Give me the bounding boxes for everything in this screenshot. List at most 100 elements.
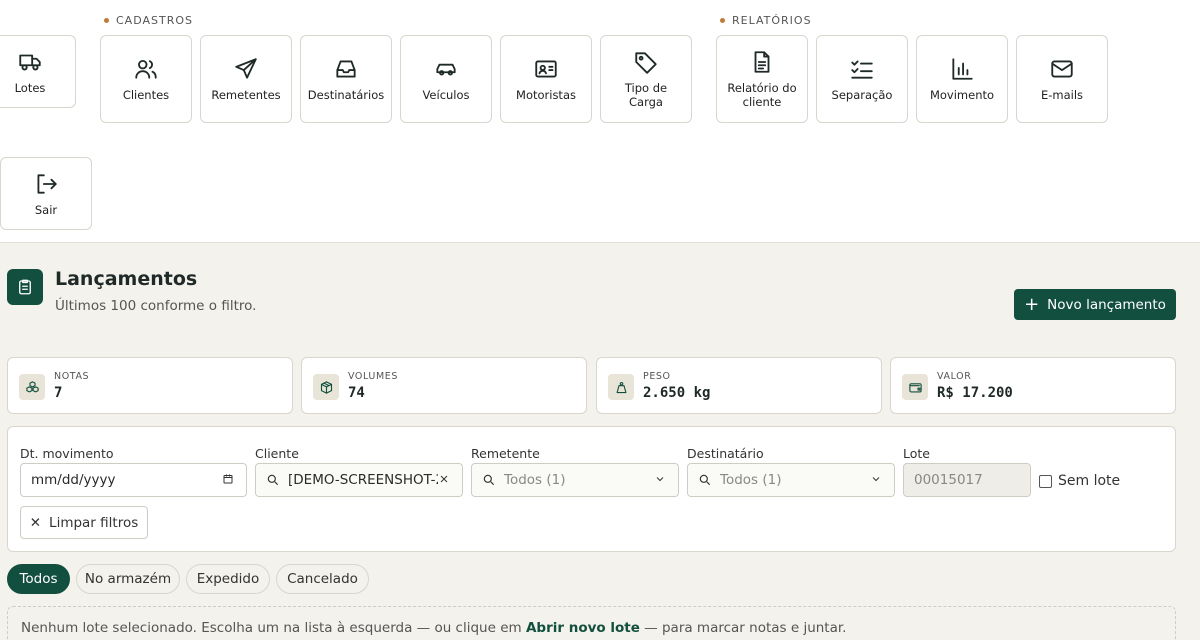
nav-tile-destinatarios[interactable]: Destinatários — [300, 35, 392, 123]
clear-filters-label: Limpar filtros — [49, 514, 139, 531]
date-input-value: mm/dd/yyyy — [31, 472, 116, 488]
tile-label: Motoristas — [516, 88, 576, 102]
stat-value: 2.650 kg — [643, 385, 711, 401]
tile-label: Destinatários — [307, 88, 385, 102]
tile-label: Movimento — [929, 88, 995, 102]
nav-tile-tipo-de-carga[interactable]: Tipo de Carga — [600, 35, 692, 123]
stat-card-notas: Notas 7 — [7, 357, 293, 414]
users-icon — [133, 56, 159, 82]
clear-x-icon[interactable] — [438, 473, 452, 487]
notice-text-after: — para marcar notas e juntar. — [639, 620, 847, 636]
date-input[interactable]: mm/dd/yyyy — [20, 463, 247, 497]
weight-icon — [608, 374, 634, 400]
tab-no-armazem[interactable]: No armazém — [76, 564, 180, 594]
stat-label: Volumes — [348, 371, 399, 382]
search-icon — [698, 473, 712, 487]
file-text-icon — [749, 49, 775, 75]
recipient-select[interactable]: Todos (1) — [687, 463, 895, 497]
batch-input[interactable]: 00015017 — [903, 463, 1031, 497]
boxes-icon — [19, 374, 45, 400]
tile-label-line1: Tipo de — [624, 81, 668, 95]
batch-input-placeholder: 00015017 — [914, 472, 983, 488]
nav-tile-motoristas[interactable]: Motoristas — [500, 35, 592, 123]
section-dot — [104, 18, 109, 23]
page-title: Lançamentos — [55, 268, 198, 290]
tile-label: E-mails — [1040, 88, 1084, 102]
stat-value: R$ 17.200 — [937, 385, 1013, 401]
send-icon — [233, 56, 259, 82]
open-new-batch-link[interactable]: Abrir novo lote — [526, 620, 640, 636]
sender-select[interactable]: Todos (1) — [471, 463, 679, 497]
clear-filters-button[interactable]: ✕ Limpar filtros — [20, 506, 148, 539]
sender-filter-label: Remetente — [471, 446, 540, 461]
plus-icon: + — [1024, 293, 1040, 315]
package-icon — [313, 374, 339, 400]
tile-label-line1: Relatório do — [727, 81, 797, 95]
wallet-icon — [902, 374, 928, 400]
section-dot — [720, 18, 725, 23]
checklist-icon — [849, 56, 875, 82]
new-launch-button[interactable]: + Novo lançamento — [1014, 289, 1176, 320]
notice-text-before: Nenhum lote selecionado. Escolha um na l… — [21, 620, 526, 636]
search-icon — [266, 473, 280, 487]
relatorios-label-text: RELATÓRIOS — [732, 14, 812, 27]
calendar-icon[interactable] — [222, 473, 236, 487]
id-card-icon — [533, 56, 559, 82]
nav-tile-clientes[interactable]: Clientes — [100, 35, 192, 123]
bar-chart-icon — [949, 56, 975, 82]
empty-batch-notice: Nenhum lote selecionado. Escolha um na l… — [7, 606, 1176, 640]
tag-icon — [633, 49, 659, 75]
section-label-relatorios: RELATÓRIOS — [720, 14, 812, 27]
recipient-select-value: Todos (1) — [720, 472, 782, 488]
nav-tile-separacao[interactable]: Separação — [816, 35, 908, 123]
car-icon — [433, 56, 459, 82]
tile-label: Clientes — [122, 88, 170, 102]
page-subtitle: Últimos 100 conforme o filtro. — [55, 298, 257, 314]
search-icon — [482, 473, 496, 487]
no-batch-label: Sem lote — [1058, 473, 1121, 489]
top-navigation: CADASTROS RELATÓRIOS Lotes Clientes Reme… — [0, 0, 1200, 243]
tile-label: Lotes — [14, 80, 46, 95]
batch-filter-label: Lote — [903, 446, 930, 461]
stat-card-volumes: Volumes 74 — [301, 357, 587, 414]
stat-label: Peso — [643, 371, 671, 382]
new-launch-label: Novo lançamento — [1047, 296, 1166, 313]
nav-tile-sair[interactable]: Sair — [0, 157, 92, 230]
sender-select-value: Todos (1) — [504, 472, 566, 488]
nav-tile-veiculos[interactable]: Veículos — [400, 35, 492, 123]
date-filter-label: Dt. movimento — [20, 446, 114, 461]
nav-tile-relatorio-do-cliente[interactable]: Relatório do cliente — [716, 35, 808, 123]
mail-icon — [1049, 56, 1075, 82]
nav-tile-remetentes[interactable]: Remetentes — [200, 35, 292, 123]
tab-cancelado[interactable]: Cancelado — [276, 564, 369, 594]
tile-label: Separação — [831, 88, 893, 102]
checkbox-box[interactable] — [1039, 474, 1052, 488]
truck-icon — [17, 49, 43, 75]
tile-label-line2: cliente — [742, 95, 782, 109]
recipient-filter-label: Destinatário — [687, 446, 764, 461]
stat-label: Notas — [54, 371, 90, 382]
client-select-value: [DEMO-SCREENSHOT-2 — [288, 472, 438, 488]
close-icon: ✕ — [29, 514, 42, 531]
nav-tile-lotes[interactable]: Lotes — [0, 35, 76, 108]
no-batch-checkbox[interactable]: Sem lote — [1039, 473, 1120, 489]
stat-value: 74 — [348, 385, 365, 401]
tab-expedido[interactable]: Expedido — [186, 564, 270, 594]
clipboard-list-icon — [7, 269, 43, 305]
stat-label: Valor — [937, 371, 972, 382]
tab-todos[interactable]: Todos — [7, 564, 70, 594]
client-select[interactable]: [DEMO-SCREENSHOT-2 — [255, 463, 463, 497]
nav-tile-emails[interactable]: E-mails — [1016, 35, 1108, 123]
tile-label: Sair — [34, 202, 58, 217]
stat-card-peso: Peso 2.650 kg — [596, 357, 882, 414]
filters-panel: Dt. movimento mm/dd/yyyy Cliente [DEMO-S… — [7, 426, 1176, 552]
nav-tile-movimento[interactable]: Movimento — [916, 35, 1008, 123]
tile-label: Remetentes — [211, 88, 281, 102]
chevron-down-icon — [870, 473, 884, 487]
tile-label: Veículos — [422, 88, 470, 102]
cadastros-label-text: CADASTROS — [116, 14, 193, 27]
stat-card-valor: Valor R$ 17.200 — [890, 357, 1176, 414]
section-label-cadastros: CADASTROS — [104, 14, 193, 27]
logout-icon — [33, 171, 59, 197]
chevron-down-icon — [654, 473, 668, 487]
